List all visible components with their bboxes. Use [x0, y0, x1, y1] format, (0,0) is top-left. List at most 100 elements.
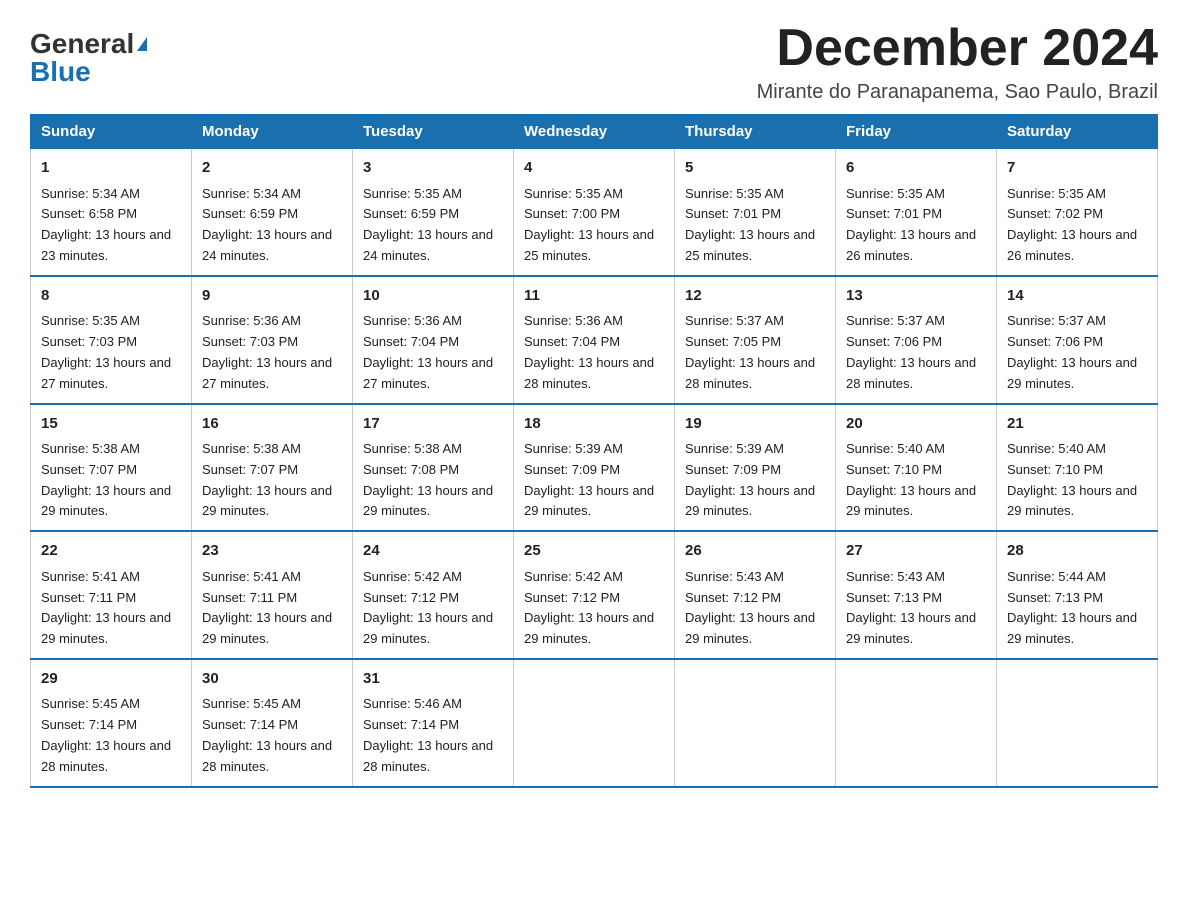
calendar-cell: 30 Sunrise: 5:45 AM Sunset: 7:14 PM Dayl… [192, 659, 353, 787]
day-number: 14 [1007, 285, 1147, 308]
calendar-week-row: 22 Sunrise: 5:41 AM Sunset: 7:11 PM Dayl… [31, 531, 1158, 659]
calendar-cell: 10 Sunrise: 5:36 AM Sunset: 7:04 PM Dayl… [353, 276, 514, 404]
calendar-cell: 21 Sunrise: 5:40 AM Sunset: 7:10 PM Dayl… [997, 404, 1158, 532]
day-number: 18 [524, 413, 664, 436]
sun-info: Sunrise: 5:35 AM Sunset: 7:02 PM Dayligh… [1007, 184, 1147, 267]
sun-info: Sunrise: 5:36 AM Sunset: 7:04 PM Dayligh… [524, 311, 664, 394]
sun-info: Sunrise: 5:38 AM Sunset: 7:08 PM Dayligh… [363, 439, 503, 522]
calendar-cell: 1 Sunrise: 5:34 AM Sunset: 6:58 PM Dayli… [31, 149, 192, 276]
calendar-cell: 24 Sunrise: 5:42 AM Sunset: 7:12 PM Dayl… [353, 531, 514, 659]
sun-info: Sunrise: 5:41 AM Sunset: 7:11 PM Dayligh… [41, 567, 181, 650]
day-number: 15 [41, 413, 181, 436]
logo: General Blue [30, 20, 147, 86]
sun-info: Sunrise: 5:39 AM Sunset: 7:09 PM Dayligh… [685, 439, 825, 522]
sun-info: Sunrise: 5:37 AM Sunset: 7:06 PM Dayligh… [846, 311, 986, 394]
calendar-cell: 9 Sunrise: 5:36 AM Sunset: 7:03 PM Dayli… [192, 276, 353, 404]
calendar-cell: 11 Sunrise: 5:36 AM Sunset: 7:04 PM Dayl… [514, 276, 675, 404]
calendar-cell [514, 659, 675, 787]
calendar-week-row: 1 Sunrise: 5:34 AM Sunset: 6:58 PM Dayli… [31, 149, 1158, 276]
calendar-cell: 6 Sunrise: 5:35 AM Sunset: 7:01 PM Dayli… [836, 149, 997, 276]
calendar-cell: 27 Sunrise: 5:43 AM Sunset: 7:13 PM Dayl… [836, 531, 997, 659]
day-number: 26 [685, 540, 825, 563]
calendar-cell: 5 Sunrise: 5:35 AM Sunset: 7:01 PM Dayli… [675, 149, 836, 276]
sun-info: Sunrise: 5:45 AM Sunset: 7:14 PM Dayligh… [202, 694, 342, 777]
calendar-week-row: 15 Sunrise: 5:38 AM Sunset: 7:07 PM Dayl… [31, 404, 1158, 532]
day-number: 30 [202, 668, 342, 691]
day-number: 2 [202, 157, 342, 180]
header-monday: Monday [192, 115, 353, 149]
header-friday: Friday [836, 115, 997, 149]
calendar-cell: 22 Sunrise: 5:41 AM Sunset: 7:11 PM Dayl… [31, 531, 192, 659]
calendar-cell: 2 Sunrise: 5:34 AM Sunset: 6:59 PM Dayli… [192, 149, 353, 276]
calendar-cell: 15 Sunrise: 5:38 AM Sunset: 7:07 PM Dayl… [31, 404, 192, 532]
calendar-cell: 18 Sunrise: 5:39 AM Sunset: 7:09 PM Dayl… [514, 404, 675, 532]
day-number: 20 [846, 413, 986, 436]
sun-info: Sunrise: 5:34 AM Sunset: 6:58 PM Dayligh… [41, 184, 181, 267]
day-number: 11 [524, 285, 664, 308]
sun-info: Sunrise: 5:38 AM Sunset: 7:07 PM Dayligh… [41, 439, 181, 522]
sun-info: Sunrise: 5:35 AM Sunset: 7:01 PM Dayligh… [846, 184, 986, 267]
calendar-cell: 4 Sunrise: 5:35 AM Sunset: 7:00 PM Dayli… [514, 149, 675, 276]
calendar-cell [997, 659, 1158, 787]
sun-info: Sunrise: 5:37 AM Sunset: 7:06 PM Dayligh… [1007, 311, 1147, 394]
sun-info: Sunrise: 5:38 AM Sunset: 7:07 PM Dayligh… [202, 439, 342, 522]
sun-info: Sunrise: 5:40 AM Sunset: 7:10 PM Dayligh… [1007, 439, 1147, 522]
calendar-cell: 19 Sunrise: 5:39 AM Sunset: 7:09 PM Dayl… [675, 404, 836, 532]
sun-info: Sunrise: 5:41 AM Sunset: 7:11 PM Dayligh… [202, 567, 342, 650]
day-number: 13 [846, 285, 986, 308]
sun-info: Sunrise: 5:45 AM Sunset: 7:14 PM Dayligh… [41, 694, 181, 777]
day-number: 8 [41, 285, 181, 308]
day-number: 28 [1007, 540, 1147, 563]
day-number: 29 [41, 668, 181, 691]
calendar-cell [675, 659, 836, 787]
day-number: 5 [685, 157, 825, 180]
calendar-cell [836, 659, 997, 787]
day-number: 6 [846, 157, 986, 180]
calendar-cell: 3 Sunrise: 5:35 AM Sunset: 6:59 PM Dayli… [353, 149, 514, 276]
sun-info: Sunrise: 5:44 AM Sunset: 7:13 PM Dayligh… [1007, 567, 1147, 650]
header-sunday: Sunday [31, 115, 192, 149]
header-wednesday: Wednesday [514, 115, 675, 149]
header-saturday: Saturday [997, 115, 1158, 149]
day-number: 10 [363, 285, 503, 308]
sun-info: Sunrise: 5:35 AM Sunset: 7:01 PM Dayligh… [685, 184, 825, 267]
sun-info: Sunrise: 5:40 AM Sunset: 7:10 PM Dayligh… [846, 439, 986, 522]
calendar-table: SundayMondayTuesdayWednesdayThursdayFrid… [30, 114, 1158, 787]
sun-info: Sunrise: 5:35 AM Sunset: 6:59 PM Dayligh… [363, 184, 503, 267]
logo-blue: Blue [30, 56, 91, 87]
logo-triangle-icon [137, 37, 147, 51]
day-number: 19 [685, 413, 825, 436]
day-number: 31 [363, 668, 503, 691]
sun-info: Sunrise: 5:39 AM Sunset: 7:09 PM Dayligh… [524, 439, 664, 522]
day-number: 12 [685, 285, 825, 308]
calendar-cell: 8 Sunrise: 5:35 AM Sunset: 7:03 PM Dayli… [31, 276, 192, 404]
calendar-cell: 13 Sunrise: 5:37 AM Sunset: 7:06 PM Dayl… [836, 276, 997, 404]
day-number: 7 [1007, 157, 1147, 180]
day-number: 4 [524, 157, 664, 180]
day-number: 25 [524, 540, 664, 563]
day-number: 22 [41, 540, 181, 563]
sun-info: Sunrise: 5:42 AM Sunset: 7:12 PM Dayligh… [363, 567, 503, 650]
day-number: 17 [363, 413, 503, 436]
calendar-cell: 29 Sunrise: 5:45 AM Sunset: 7:14 PM Dayl… [31, 659, 192, 787]
day-number: 24 [363, 540, 503, 563]
calendar-cell: 14 Sunrise: 5:37 AM Sunset: 7:06 PM Dayl… [997, 276, 1158, 404]
day-number: 23 [202, 540, 342, 563]
logo-general: General [30, 30, 134, 58]
sun-info: Sunrise: 5:35 AM Sunset: 7:03 PM Dayligh… [41, 311, 181, 394]
sun-info: Sunrise: 5:46 AM Sunset: 7:14 PM Dayligh… [363, 694, 503, 777]
sun-info: Sunrise: 5:43 AM Sunset: 7:12 PM Dayligh… [685, 567, 825, 650]
sun-info: Sunrise: 5:36 AM Sunset: 7:04 PM Dayligh… [363, 311, 503, 394]
title-area: December 2024 Mirante do Paranapanema, S… [757, 20, 1158, 104]
calendar-cell: 12 Sunrise: 5:37 AM Sunset: 7:05 PM Dayl… [675, 276, 836, 404]
calendar-week-row: 8 Sunrise: 5:35 AM Sunset: 7:03 PM Dayli… [31, 276, 1158, 404]
day-number: 21 [1007, 413, 1147, 436]
calendar-cell: 26 Sunrise: 5:43 AM Sunset: 7:12 PM Dayl… [675, 531, 836, 659]
calendar-cell: 28 Sunrise: 5:44 AM Sunset: 7:13 PM Dayl… [997, 531, 1158, 659]
calendar-cell: 31 Sunrise: 5:46 AM Sunset: 7:14 PM Dayl… [353, 659, 514, 787]
sun-info: Sunrise: 5:34 AM Sunset: 6:59 PM Dayligh… [202, 184, 342, 267]
calendar-week-row: 29 Sunrise: 5:45 AM Sunset: 7:14 PM Dayl… [31, 659, 1158, 787]
day-number: 16 [202, 413, 342, 436]
page-header: General Blue December 2024 Mirante do Pa… [30, 20, 1158, 104]
calendar-header-row: SundayMondayTuesdayWednesdayThursdayFrid… [31, 115, 1158, 149]
